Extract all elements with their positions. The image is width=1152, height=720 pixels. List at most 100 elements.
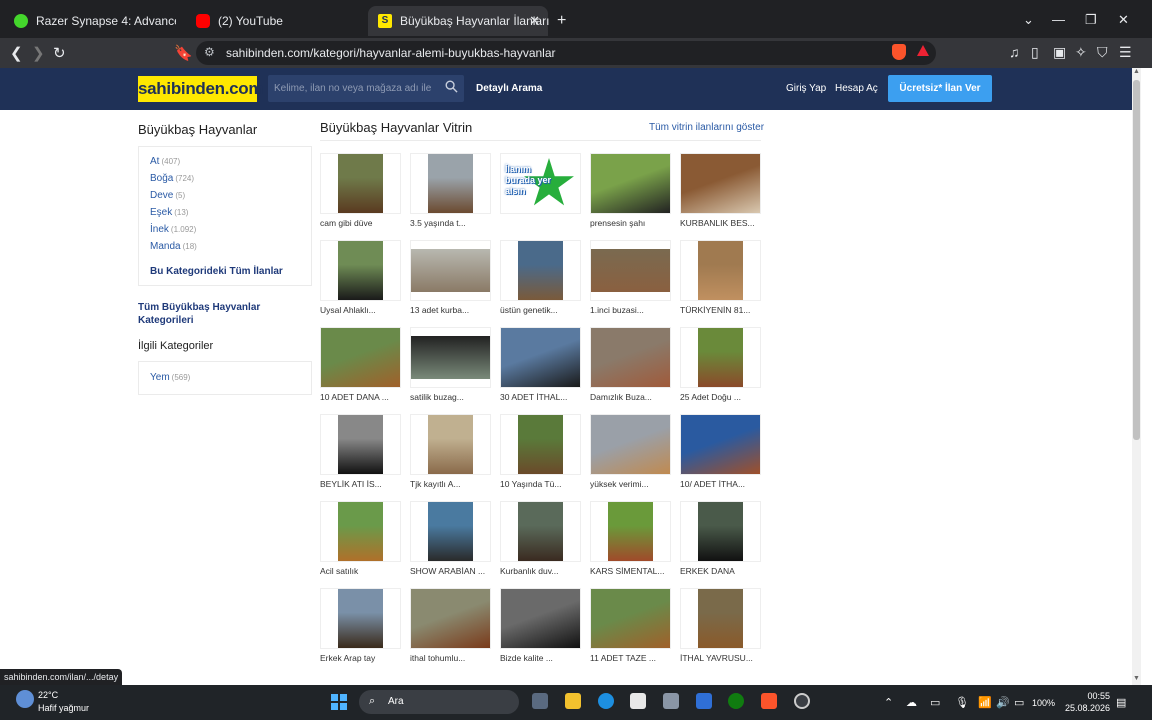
weather-temperature[interactable]: 22°C [38, 690, 58, 700]
listing-caption[interactable]: BEYLİK ATI İS... [320, 479, 410, 489]
listing-card[interactable]: cam gibi düve [320, 153, 401, 229]
sidebar-icon[interactable]: ▯ [1031, 44, 1039, 61]
tab-youtube[interactable]: (2) YouTube [186, 6, 366, 36]
listing-thumbnail[interactable] [500, 588, 581, 649]
listing-caption[interactable]: İTHAL YAVRUSU... [680, 653, 770, 663]
show-all-showcase-link[interactable]: Tüm vitrin ilanlarını göster [649, 122, 764, 133]
listing-card[interactable]: Kurbanlık duv... [500, 501, 581, 577]
windows-start-icon[interactable] [331, 694, 347, 710]
listing-thumbnail[interactable] [320, 414, 401, 475]
listing-thumbnail[interactable] [410, 153, 491, 214]
login-link[interactable]: Giriş Yap [786, 83, 826, 94]
listing-thumbnail[interactable] [500, 240, 581, 301]
menu-icon[interactable]: ☰ [1119, 44, 1132, 61]
taskbar-search[interactable]: ⌕ Ara [359, 690, 519, 714]
listing-caption[interactable]: 10 Yaşında Tü... [500, 479, 590, 489]
back-icon[interactable]: ❮ [10, 44, 23, 62]
advanced-search-link[interactable]: Detaylı Arama [476, 83, 542, 94]
listing-thumbnail[interactable] [590, 153, 671, 214]
listing-caption[interactable]: prensesin şahı [590, 218, 680, 228]
address-bar[interactable]: ⚙ sahibinden.com/kategori/hayvanlar-alem… [196, 41, 936, 65]
volume-icon[interactable]: 🔊 [996, 696, 1010, 709]
listing-caption[interactable]: 1.inci buzasi... [590, 305, 680, 315]
listing-thumbnail[interactable] [410, 414, 491, 475]
all-in-category-link[interactable]: Bu Kategorideki Tüm İlanlar [150, 266, 283, 277]
app-icon-2[interactable] [794, 693, 810, 709]
tab-sahibinden[interactable]: S Büyükbaş Hayvanlar İlanları ✕ [368, 6, 549, 36]
listing-card[interactable]: Damızlık Buza... [590, 327, 671, 403]
listing-card[interactable]: TÜRKİYENİN 81... [680, 240, 761, 316]
microphone-icon[interactable]: 🎙 [955, 696, 969, 709]
taskbar-clock[interactable]: 00:55 25.08.2026 [1064, 690, 1110, 714]
listing-caption[interactable]: 25 Adet Doğu ... [680, 392, 770, 402]
app-icon[interactable] [663, 693, 679, 709]
file-explorer-icon[interactable] [565, 693, 581, 709]
listing-caption[interactable]: Acil satılık [320, 566, 410, 576]
listing-card[interactable]: ithal tohumlu... [410, 588, 491, 664]
minimize-button[interactable]: — [1052, 12, 1065, 27]
listing-card[interactable]: KURBANLIK BES... [680, 153, 761, 229]
listing-card[interactable]: üstün genetik... [500, 240, 581, 316]
listing-thumbnail[interactable] [500, 501, 581, 562]
listing-card[interactable]: 13 adet kurba... [410, 240, 491, 316]
listing-thumbnail[interactable] [410, 588, 491, 649]
listing-thumbnail[interactable] [590, 240, 671, 301]
listing-card[interactable]: prensesin şahı [590, 153, 671, 229]
listing-thumbnail[interactable] [410, 240, 491, 301]
listing-thumbnail[interactable] [680, 153, 761, 214]
listing-card[interactable]: 25 Adet Doğu ... [680, 327, 761, 403]
listing-card[interactable]: İlanım burada yer alsın [500, 153, 581, 229]
listing-card[interactable]: 30 ADET İTHAL... [500, 327, 581, 403]
listing-caption[interactable]: Erkek Arap tay [320, 653, 410, 663]
close-window-button[interactable]: ✕ [1118, 12, 1129, 28]
listing-caption[interactable]: ERKEK DANA [680, 566, 770, 576]
listing-card[interactable]: 11 ADET TAZE ... [590, 588, 671, 664]
category-item-boga[interactable]: Boğa (724) [150, 173, 194, 184]
listing-caption[interactable]: Uysal Ahlaklı... [320, 305, 410, 315]
site-info-icon[interactable]: ⚙ [204, 45, 215, 59]
notification-icon[interactable]: ▤ [1116, 696, 1126, 709]
post-free-ad-button[interactable]: Ücretsiz* İlan Ver [888, 75, 992, 102]
category-item-inek[interactable]: İnek (1.092) [150, 224, 196, 235]
listing-card[interactable]: İTHAL YAVRUSU... [680, 588, 761, 664]
register-link[interactable]: Hesap Aç [835, 83, 878, 94]
vpn-icon[interactable]: ⛉ [1097, 44, 1108, 61]
listing-card[interactable]: Bizde kalite ... [500, 588, 581, 664]
search-input[interactable] [274, 75, 434, 102]
tab-razer-synapse[interactable]: Razer Synapse 4: Advanced Device C [4, 6, 186, 36]
scroll-up-icon[interactable]: ▲ [1132, 68, 1141, 75]
listing-card[interactable]: Acil satılık [320, 501, 401, 577]
listing-caption[interactable]: KURBANLIK BES... [680, 218, 770, 228]
listing-thumbnail[interactable] [500, 327, 581, 388]
store-icon[interactable] [630, 693, 646, 709]
category-item-esek[interactable]: Eşek (13) [150, 207, 188, 218]
listing-card[interactable]: 10/ ADET İTHA... [680, 414, 761, 490]
listing-caption[interactable]: yüksek verimi... [590, 479, 680, 489]
task-view-icon[interactable] [532, 693, 548, 709]
leo-ai-icon[interactable]: ✧ [1075, 44, 1087, 61]
close-tab-icon[interactable]: ✕ [529, 13, 540, 29]
listing-caption[interactable]: 10 ADET DANA ... [320, 392, 410, 402]
listing-caption[interactable]: Tjk kayıtlı A... [410, 479, 500, 489]
sahibinden-logo[interactable]: sahibinden.com [138, 76, 264, 102]
listing-thumbnail[interactable] [680, 501, 761, 562]
listing-thumbnail[interactable] [680, 588, 761, 649]
editor-icon[interactable] [696, 693, 712, 709]
category-item-at[interactable]: At (407) [150, 156, 180, 167]
listing-thumbnail[interactable] [590, 327, 671, 388]
listing-thumbnail[interactable] [320, 153, 401, 214]
listing-thumbnail[interactable] [410, 501, 491, 562]
xbox-icon[interactable] [728, 693, 744, 709]
weather-icon[interactable] [16, 690, 34, 708]
listing-card[interactable]: 10 ADET DANA ... [320, 327, 401, 403]
listing-thumbnail[interactable]: İlanım burada yer alsın [500, 153, 581, 214]
listing-card[interactable]: Erkek Arap tay [320, 588, 401, 664]
listing-card[interactable]: ERKEK DANA [680, 501, 761, 577]
brave-rewards-icon[interactable] [917, 45, 929, 56]
media-icon[interactable]: ♫ [1009, 44, 1020, 60]
listing-thumbnail[interactable] [500, 414, 581, 475]
reload-icon[interactable]: ↻ [53, 44, 66, 62]
listing-thumbnail[interactable] [590, 501, 671, 562]
listing-caption[interactable]: ithal tohumlu... [410, 653, 500, 663]
listing-card[interactable]: BEYLİK ATI İS... [320, 414, 401, 490]
